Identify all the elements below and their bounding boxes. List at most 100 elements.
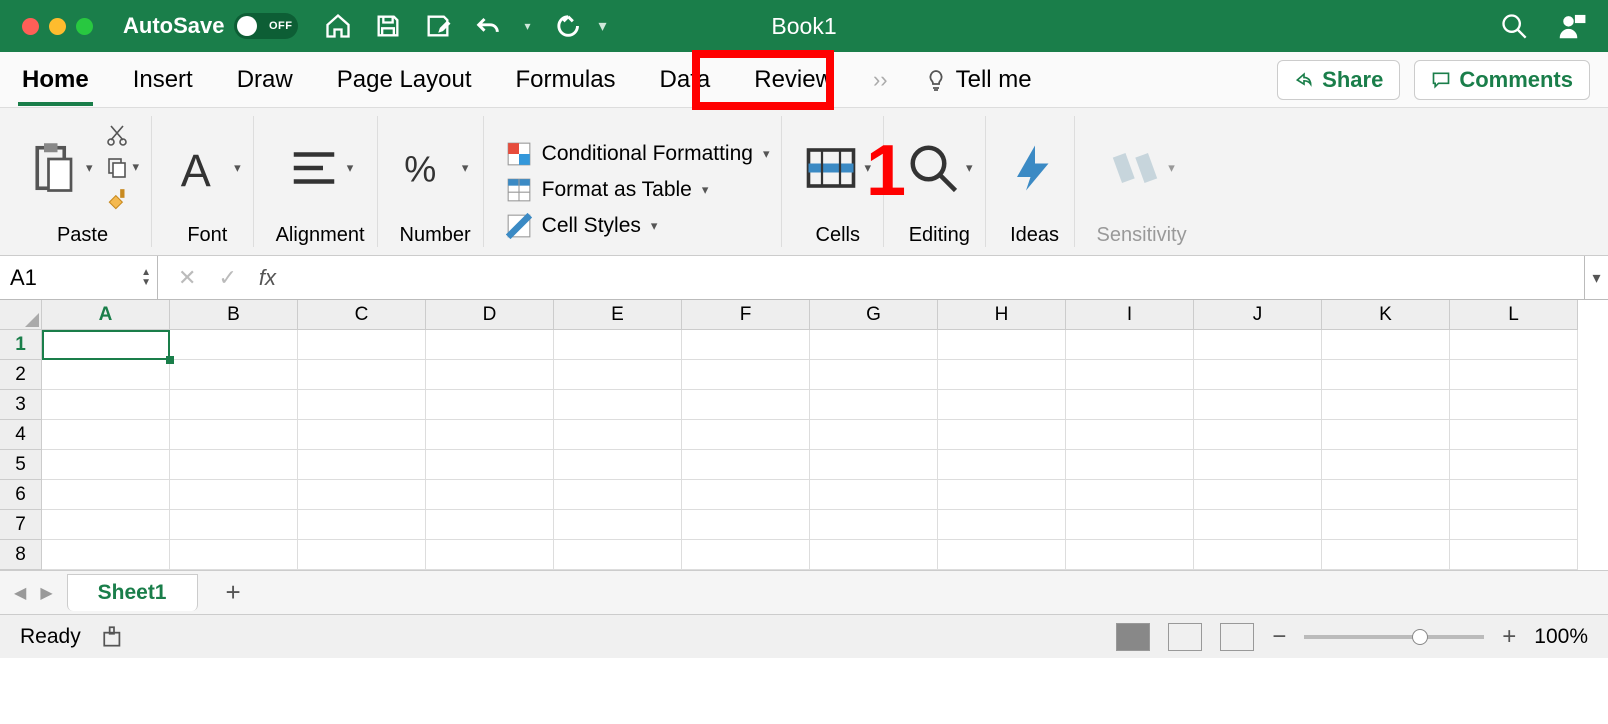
format-as-table-button[interactable]: Format as Table ▾ [506, 177, 770, 203]
fill-handle[interactable] [166, 356, 174, 364]
cell[interactable] [938, 480, 1066, 510]
share-button[interactable]: Share [1277, 60, 1400, 100]
format-table-dropdown-icon[interactable]: ▾ [702, 182, 709, 198]
page-break-view-button[interactable] [1220, 623, 1254, 651]
cell[interactable] [1450, 510, 1578, 540]
fx-icon[interactable]: fx [259, 265, 276, 291]
cell[interactable] [1066, 330, 1194, 360]
cell[interactable] [682, 450, 810, 480]
maximize-window-button[interactable] [76, 18, 93, 35]
save-edit-icon[interactable] [424, 12, 452, 40]
cell[interactable] [426, 420, 554, 450]
cell[interactable] [170, 450, 298, 480]
page-layout-view-button[interactable] [1168, 623, 1202, 651]
cell[interactable] [426, 390, 554, 420]
editing-dropdown-icon[interactable]: ▾ [966, 160, 973, 176]
accept-formula-icon[interactable]: ✓ [218, 265, 236, 291]
zoom-out-button[interactable]: − [1272, 623, 1286, 651]
cell[interactable] [298, 540, 426, 570]
cell[interactable] [554, 390, 682, 420]
copy-icon[interactable] [105, 155, 129, 179]
formula-input[interactable] [296, 256, 1584, 299]
row-header[interactable]: 1 [0, 330, 42, 360]
row-header[interactable]: 4 [0, 420, 42, 450]
cell[interactable] [42, 540, 170, 570]
cell[interactable] [810, 480, 938, 510]
cell[interactable] [682, 510, 810, 540]
col-header[interactable]: D [426, 300, 554, 330]
col-header[interactable]: A [42, 300, 170, 330]
zoom-slider[interactable] [1304, 635, 1484, 639]
cell[interactable] [1194, 390, 1322, 420]
cell[interactable] [938, 420, 1066, 450]
cell[interactable] [1194, 420, 1322, 450]
cell[interactable] [426, 480, 554, 510]
row-header[interactable]: 7 [0, 510, 42, 540]
cell[interactable] [1066, 390, 1194, 420]
cell[interactable] [1322, 330, 1450, 360]
tab-review[interactable]: Review [750, 60, 837, 100]
col-header[interactable]: B [170, 300, 298, 330]
save-icon[interactable] [374, 12, 402, 40]
cell[interactable] [1194, 330, 1322, 360]
cell[interactable] [554, 510, 682, 540]
col-header[interactable]: J [1194, 300, 1322, 330]
cell[interactable] [682, 540, 810, 570]
tell-me-search[interactable]: Tell me [924, 66, 1032, 94]
minimize-window-button[interactable] [49, 18, 66, 35]
sheet-prev-icon[interactable]: ◀ [14, 583, 26, 603]
cond-format-dropdown-icon[interactable]: ▾ [763, 146, 770, 162]
sheet-next-icon[interactable]: ▶ [40, 583, 52, 603]
row-header[interactable]: 3 [0, 390, 42, 420]
cell[interactable] [810, 510, 938, 540]
col-header[interactable]: H [938, 300, 1066, 330]
cell[interactable] [810, 390, 938, 420]
cell[interactable] [170, 330, 298, 360]
tab-insert[interactable]: Insert [129, 60, 197, 100]
cell[interactable] [170, 360, 298, 390]
tab-data[interactable]: Data [656, 60, 715, 100]
tab-home[interactable]: Home [18, 60, 93, 100]
cell[interactable] [1322, 480, 1450, 510]
autosave-switch[interactable]: OFF [234, 13, 298, 39]
cell[interactable] [42, 360, 170, 390]
tab-page-layout[interactable]: Page Layout [333, 60, 476, 100]
cell[interactable] [1450, 450, 1578, 480]
select-all-corner[interactable] [0, 300, 42, 330]
cell[interactable] [1322, 540, 1450, 570]
tab-draw[interactable]: Draw [233, 60, 297, 100]
undo-icon[interactable] [474, 12, 502, 40]
cell[interactable] [298, 360, 426, 390]
cell[interactable] [426, 330, 554, 360]
autosave-toggle[interactable]: AutoSave OFF [123, 13, 298, 39]
cell[interactable] [1066, 450, 1194, 480]
sheet-tab[interactable]: Sheet1 [67, 574, 198, 611]
cell[interactable] [810, 360, 938, 390]
paste-dropdown-icon[interactable]: ▾ [86, 160, 93, 176]
cell-styles-dropdown-icon[interactable]: ▾ [651, 218, 658, 234]
cell[interactable] [170, 510, 298, 540]
cell[interactable] [426, 540, 554, 570]
paste-icon[interactable] [26, 141, 80, 195]
cell[interactable] [938, 360, 1066, 390]
undo-dropdown-icon[interactable]: ▾ [524, 19, 530, 33]
cell[interactable] [1322, 420, 1450, 450]
cell[interactable] [1066, 360, 1194, 390]
cell[interactable] [554, 420, 682, 450]
col-header[interactable]: C [298, 300, 426, 330]
cell[interactable] [554, 480, 682, 510]
cell[interactable] [170, 420, 298, 450]
editing-icon[interactable] [906, 141, 960, 195]
ideas-icon[interactable] [1008, 141, 1062, 195]
row-header[interactable]: 8 [0, 540, 42, 570]
row-header[interactable]: 6 [0, 480, 42, 510]
macro-record-icon[interactable] [101, 624, 127, 650]
cell[interactable] [554, 540, 682, 570]
name-box-spinner[interactable]: ▲▼ [141, 268, 151, 288]
formula-bar-expand-icon[interactable]: ▾ [1584, 256, 1608, 299]
cell[interactable] [1066, 420, 1194, 450]
cell[interactable] [42, 450, 170, 480]
cell[interactable] [298, 510, 426, 540]
alignment-dropdown-icon[interactable]: ▾ [347, 160, 354, 176]
selected-cell[interactable] [42, 330, 170, 360]
